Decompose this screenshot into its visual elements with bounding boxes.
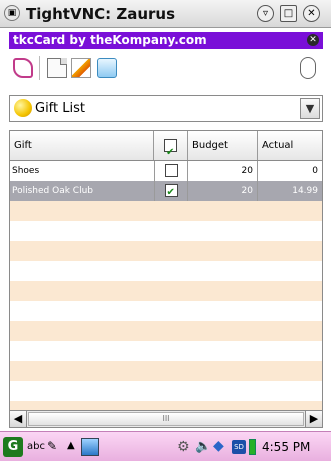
toolbar-separator	[39, 56, 40, 80]
network-icon[interactable]: ◆	[213, 438, 224, 454]
start-icon[interactable]: G	[3, 437, 23, 457]
window-title: TightVNC: Zaurus	[26, 5, 176, 23]
column-header-gift[interactable]: Gift	[10, 131, 154, 160]
scroll-left-button[interactable]: ◀	[10, 411, 27, 427]
table-row[interactable]: Shoes 20 0	[10, 161, 322, 181]
input-method-label[interactable]: abc	[27, 441, 45, 452]
new-document-icon[interactable]	[47, 58, 67, 78]
taskbar: G abc ✎ ▲ ⚙ 🔈 ◆ SD 4:55 PM	[0, 431, 331, 461]
row-checkbox[interactable]	[164, 164, 178, 177]
checkbox-cell[interactable]	[154, 161, 188, 181]
column-header-actual[interactable]: Actual	[258, 131, 322, 160]
list-selector-value: Gift List	[35, 101, 85, 116]
scroll-right-button[interactable]: ▶	[305, 411, 322, 427]
empty-row	[10, 381, 322, 401]
column-header-budget[interactable]: Budget	[188, 131, 258, 160]
row-checkbox[interactable]	[164, 183, 178, 201]
actual-cell: 0	[312, 166, 318, 176]
empty-row	[10, 361, 322, 381]
window-menu-icon[interactable]: ▣	[4, 5, 20, 21]
empty-row	[10, 281, 322, 301]
checkbox-cell[interactable]	[154, 181, 188, 201]
app-close-icon[interactable]: ✕	[307, 34, 319, 46]
horizontal-scrollbar[interactable]: ◀ III ▶	[9, 410, 323, 428]
column-header-check[interactable]	[154, 131, 188, 160]
edit-pencil-icon[interactable]	[71, 58, 91, 78]
sd-card-icon[interactable]: SD	[232, 440, 246, 454]
gift-coin-icon	[14, 99, 32, 117]
list-selector[interactable]: Gift List ▼	[9, 95, 323, 122]
window-titlebar: ▣ TightVNC: Zaurus ▿ □ ✕	[0, 0, 331, 28]
header-checkbox[interactable]	[164, 138, 177, 160]
gift-table: Gift Budget Actual Shoes 20 0 Polished O…	[9, 130, 323, 410]
empty-row	[10, 301, 322, 321]
gift-cell: Polished Oak Club	[12, 186, 93, 196]
empty-row	[10, 201, 322, 221]
gift-cell: Shoes	[12, 166, 40, 176]
mouse-icon[interactable]	[300, 57, 316, 79]
close-window-button[interactable]: ✕	[303, 5, 320, 22]
battery-icon[interactable]	[249, 439, 256, 455]
window-menu-button[interactable]: ▿	[257, 5, 274, 22]
empty-row	[10, 241, 322, 261]
book-icon[interactable]	[13, 58, 33, 78]
budget-cell: 20	[188, 161, 258, 181]
empty-row	[10, 321, 322, 341]
up-arrow-icon[interactable]: ▲	[67, 440, 75, 451]
app-header: tkcCard by theKompany.com ✕	[9, 32, 323, 49]
chevron-down-icon[interactable]: ▼	[300, 98, 320, 119]
toolbar	[9, 52, 323, 84]
empty-row	[10, 401, 322, 410]
trash-icon[interactable]	[97, 58, 117, 78]
actual-cell: 14.99	[292, 186, 318, 196]
empty-row	[10, 261, 322, 281]
empty-row	[10, 221, 322, 241]
clock[interactable]: 4:55 PM	[262, 440, 310, 454]
table-row[interactable]: Polished Oak Club 20 14.99	[10, 181, 322, 201]
scrollbar-thumb[interactable]: III	[28, 412, 304, 426]
speaker-icon[interactable]: 🔈	[195, 439, 211, 454]
budget-cell: 20	[188, 181, 258, 201]
gear-icon[interactable]: ⚙	[177, 439, 190, 455]
pen-icon[interactable]: ✎	[47, 439, 57, 453]
table-header: Gift Budget Actual	[10, 131, 322, 161]
app-title: tkcCard by theKompany.com	[13, 33, 207, 47]
app-icon[interactable]	[81, 438, 99, 456]
empty-row	[10, 341, 322, 361]
maximize-button[interactable]: □	[280, 5, 297, 22]
